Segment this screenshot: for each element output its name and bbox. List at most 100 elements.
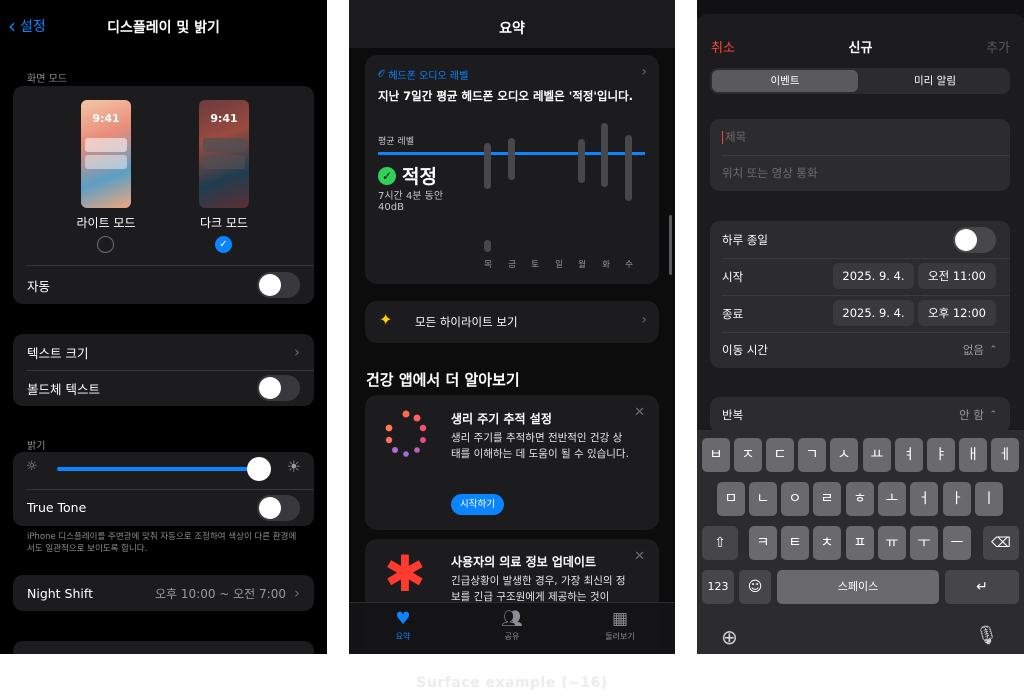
return-icon: ↵ <box>976 579 988 595</box>
keyboard-key[interactable]: ㅐ <box>959 438 987 472</box>
keyboard-key[interactable]: ㅗ <box>878 482 906 516</box>
keyboard-key[interactable]: ㄷ <box>766 438 794 472</box>
level-bar <box>625 135 632 201</box>
light-mode-preview[interactable]: 9:41 <box>81 100 131 208</box>
night-shift-label: Night Shift <box>27 585 93 601</box>
keyboard-key[interactable]: ㅣ <box>975 482 1003 516</box>
start-date-button[interactable]: 2025. 9. 4. <box>833 263 914 289</box>
keyboard-key[interactable]: ㅍ <box>846 526 874 560</box>
keyboard-key[interactable]: ㅈ <box>734 438 762 472</box>
next-group <box>13 641 314 654</box>
repeat-value: 안 함 <box>959 408 984 422</box>
keyboard-key[interactable]: ㅊ <box>813 526 841 560</box>
segment-event[interactable]: 이벤트 <box>712 70 858 92</box>
keyboard-key[interactable]: ㅏ <box>943 482 971 516</box>
ear-icon: 𝒪 <box>378 69 385 80</box>
light-mode-label: 라이트 모드 <box>76 216 136 230</box>
day-label: 화 <box>602 260 610 270</box>
nav-bar: ‹ 설정 디스플레이 및 밝기 <box>0 0 327 52</box>
preview-widget <box>203 138 245 152</box>
numbers-key[interactable]: 123 <box>702 570 734 604</box>
shift-icon: ⇧ <box>714 535 726 551</box>
emoji-key[interactable]: ☺ <box>739 570 771 604</box>
keyboard-key[interactable]: ㅇ <box>781 482 809 516</box>
sun-small-icon: ☼ <box>26 459 38 474</box>
keyboard-key[interactable]: ㅜ <box>910 526 938 560</box>
medical-asterisk-icon: ✱ <box>384 545 426 603</box>
level-bar <box>601 123 608 187</box>
keyboard-key[interactable]: ㅛ <box>863 438 891 472</box>
tab-browse[interactable]: ▦ 둘러보기 <box>580 609 660 642</box>
auto-label: 자동 <box>27 278 51 294</box>
keyboard-key[interactable]: ㄱ <box>798 438 826 472</box>
segment-reminder[interactable]: 미리 알림 <box>862 70 1008 92</box>
cycle-tracking-icon <box>385 410 427 457</box>
dark-mode-radio[interactable]: ✓ <box>215 236 232 253</box>
keyboard-key[interactable]: ㅔ <box>991 438 1019 472</box>
close-icon[interactable]: ✕ <box>634 405 645 420</box>
cycle-tracking-card[interactable]: ✕ 생리 주기 추적 설정 생리 주기를 추적하면 전반적인 건강 상태를 이해… <box>365 395 659 530</box>
sparkles-icon: ✦ <box>379 310 393 329</box>
keyboard-key[interactable]: ㅋ <box>749 526 777 560</box>
keyboard-key[interactable]: ㅂ <box>702 438 730 472</box>
tab-sharing[interactable]: 👥︎ 공유 <box>472 609 552 642</box>
scroll-indicator[interactable] <box>669 215 672 275</box>
title-input[interactable]: 제목 <box>710 119 1010 155</box>
people-icon: 👥︎ <box>501 609 523 629</box>
repeat-row[interactable]: 반복 안 함 ⌃ <box>710 397 1010 433</box>
brightness-track <box>57 467 259 471</box>
globe-icon[interactable]: ⊕ <box>721 625 738 649</box>
keyboard-key[interactable]: ㅠ <box>878 526 906 560</box>
display-settings-screen: ‹ 설정 디스플레이 및 밝기 화면 모드 9:41 9:41 라이트 모드 다… <box>0 0 327 654</box>
dark-mode-label: 다크 모드 <box>200 216 248 230</box>
dark-mode-preview[interactable]: 9:41 <box>199 100 249 208</box>
text-size-row[interactable]: 텍스트 크기 › <box>13 334 314 370</box>
keyboard-key[interactable]: ㅕ <box>895 438 923 472</box>
location-input[interactable]: 위치 또는 영상 통화 <box>710 155 1010 191</box>
shift-key[interactable]: ⇧ <box>702 526 738 560</box>
night-shift-row[interactable]: Night Shift 오후 10:00 ~ 오전 7:00 › <box>13 575 314 611</box>
delete-key[interactable]: ⌫ <box>983 526 1019 560</box>
keyboard-key[interactable]: ㅎ <box>846 482 874 516</box>
close-icon[interactable]: ✕ <box>634 549 645 564</box>
keyboard-key[interactable]: ㅌ <box>781 526 809 560</box>
end-label: 종료 <box>722 306 744 321</box>
space-key[interactable]: 스페이스 <box>777 570 939 604</box>
brightness-slider[interactable]: ☼ ☀ <box>13 452 314 489</box>
preview-widget <box>85 155 127 169</box>
keyboard-key[interactable]: ㄴ <box>749 482 777 516</box>
all-highlights-label: 모든 하이라이트 보기 <box>415 315 518 329</box>
all-day-toggle[interactable] <box>953 227 996 253</box>
keyboard-key[interactable]: ㅡ <box>943 526 971 560</box>
keyboard-key[interactable]: ㅁ <box>717 482 745 516</box>
all-highlights-row[interactable]: ✦ 모든 하이라이트 보기 › <box>365 301 659 343</box>
keyboard-key[interactable]: ㅓ <box>910 482 938 516</box>
screenshot-stage: ‹ 설정 디스플레이 및 밝기 화면 모드 9:41 9:41 라이트 모드 다… <box>0 0 1024 697</box>
text-cursor <box>722 130 723 144</box>
keyboard-key[interactable]: ㅑ <box>927 438 955 472</box>
emoji-icon: ☺ <box>747 579 763 595</box>
tab-summary[interactable]: ♥ 요약 <box>363 609 443 642</box>
start-button[interactable]: 시작하기 <box>451 494 504 515</box>
level-bar <box>578 139 585 183</box>
keyboard-key[interactable]: ㅅ <box>830 438 858 472</box>
preview-widget <box>85 138 127 152</box>
start-time-button[interactable]: 오전 11:00 <box>918 263 996 289</box>
true-tone-toggle[interactable] <box>257 495 300 521</box>
headphone-audio-card[interactable]: 𝒪 헤드폰 오디오 레벨 › 지난 7일간 평균 헤드폰 오디오 레벨은 '적정… <box>365 55 659 284</box>
chevron-right-icon: › <box>294 584 300 602</box>
brightness-knob[interactable] <box>247 457 271 481</box>
bold-text-toggle[interactable] <box>257 375 300 401</box>
keyboard-key[interactable]: ㄹ <box>813 482 841 516</box>
return-key[interactable]: ↵ <box>945 570 1019 604</box>
microphone-icon[interactable]: 🎙︎ <box>975 625 998 646</box>
updown-chevron-icon: ⌃ <box>989 345 997 355</box>
light-mode-radio[interactable] <box>97 236 114 253</box>
appearance-group: 9:41 9:41 라이트 모드 다크 모드 ✓ 자동 <box>13 86 314 304</box>
end-date-button[interactable]: 2025. 9. 4. <box>833 300 914 326</box>
card-header: 𝒪 헤드폰 오디오 레벨 <box>378 67 468 82</box>
add-button[interactable]: 추가 <box>986 37 1010 56</box>
end-time-button[interactable]: 오후 12:00 <box>918 300 996 326</box>
auto-toggle[interactable] <box>257 272 300 298</box>
travel-time-row[interactable]: 이동 시간 없음 ⌃ <box>710 332 1010 368</box>
